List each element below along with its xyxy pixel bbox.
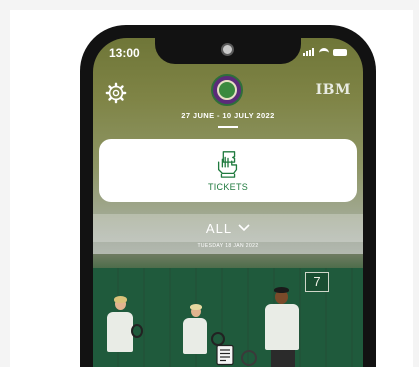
gear-icon[interactable] (105, 82, 127, 104)
tournament-dates: 27 JUNE - 10 JULY 2022 (181, 111, 275, 120)
article-icon[interactable] (215, 344, 235, 366)
chevron-down-icon (238, 224, 250, 232)
wimbledon-logo (211, 74, 243, 106)
tickets-label: TICKETS (207, 182, 249, 192)
court-number-sign: 7 (305, 272, 329, 292)
app-screen: 13:00 IBM 27 JUNE - 10 JULY 2022 TICKETS… (93, 38, 363, 367)
wifi-icon (319, 48, 329, 56)
dates-divider (218, 126, 238, 128)
camera-icon (221, 43, 234, 56)
filter-label: ALL (205, 220, 233, 236)
ticket-hand-icon (217, 151, 238, 178)
tickets-button[interactable]: TICKETS (99, 139, 357, 202)
status-icons (303, 48, 347, 56)
feed-day-label: TUESDAY 18 JAN 2022 (197, 243, 259, 249)
signal-icon (303, 48, 315, 56)
battery-icon (333, 48, 347, 56)
ibm-logo: IBM (315, 82, 351, 98)
filter-dropdown[interactable]: ALL (93, 214, 363, 242)
status-time: 13:00 (109, 46, 140, 60)
photo-trees (93, 254, 363, 268)
